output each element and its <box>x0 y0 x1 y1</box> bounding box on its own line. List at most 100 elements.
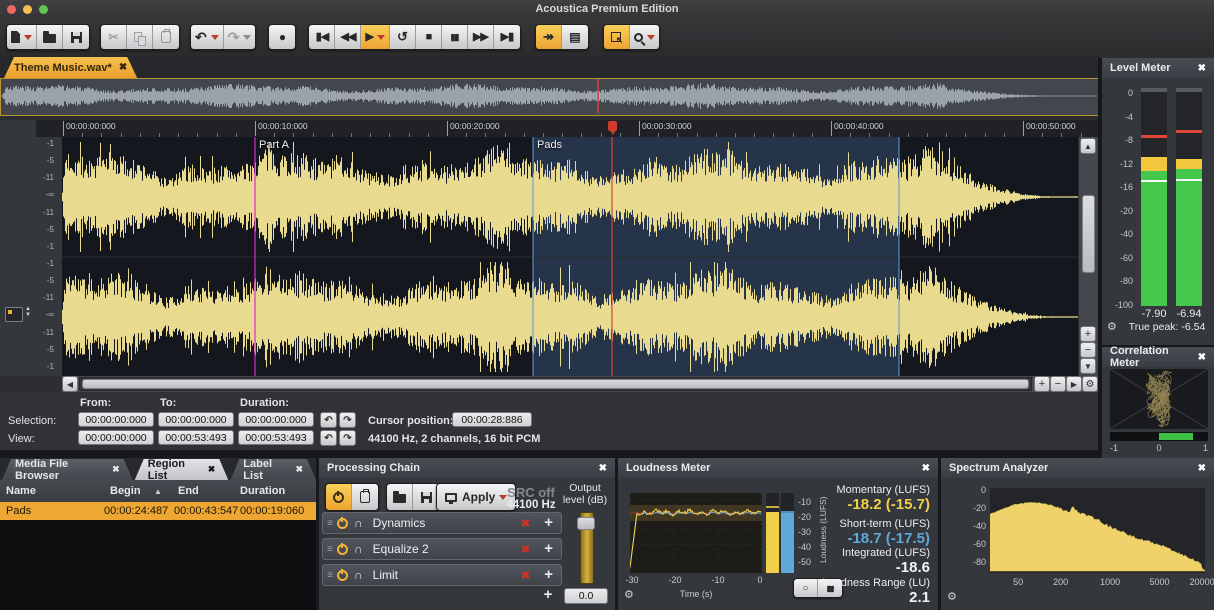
tab-region-list[interactable]: Region List✖ <box>135 459 229 480</box>
headphones-icon[interactable]: ∩ <box>354 570 363 580</box>
view-to-field[interactable]: 00:00:53:493 <box>158 430 234 445</box>
chain-item-dynamics[interactable]: ≡∩Dynamics✖+ <box>322 512 562 534</box>
scroll-right-button[interactable]: ▶ <box>1066 376 1082 392</box>
play-dropdown-icon[interactable] <box>377 35 385 40</box>
cursor-position-field[interactable]: 00:00:28:886 <box>452 412 532 427</box>
waveform-overview[interactable] <box>0 78 1100 116</box>
goto-start-button[interactable]: ▮◀ <box>309 25 335 49</box>
drag-handle-icon[interactable]: ≡ <box>323 544 337 555</box>
timeline-ruler[interactable]: 00:00:00:00000:00:10:00000:00:20:00000:0… <box>36 120 1098 137</box>
power-icon[interactable] <box>337 544 348 555</box>
horizontal-scroll-thumb[interactable] <box>82 379 1029 389</box>
redo-dropdown-icon[interactable] <box>243 35 251 40</box>
drag-handle-icon[interactable]: ≡ <box>323 570 337 581</box>
scroll-down-button[interactable]: ▼ <box>1080 358 1096 374</box>
loudness-meter-close-icon[interactable]: ✖ <box>922 463 930 474</box>
drag-handle-icon[interactable]: ≡ <box>323 518 337 529</box>
tab-close-icon[interactable]: ✖ <box>208 464 216 475</box>
selection-redo-button[interactable]: ↷ <box>339 412 356 428</box>
view-redo-button[interactable]: ↷ <box>339 430 356 446</box>
level-meter-settings-button[interactable]: ⚙ <box>1107 320 1117 333</box>
selection-from-field[interactable]: 00:00:00:000 <box>78 412 154 427</box>
vertical-zoom-in-button[interactable]: + <box>1080 326 1096 342</box>
power-icon[interactable] <box>337 570 348 581</box>
goto-end-button[interactable]: ▶▮ <box>494 25 520 49</box>
selection-duration-field[interactable]: 00:00:00:000 <box>238 412 314 427</box>
waveform-display[interactable] <box>62 137 1078 376</box>
document-tab[interactable]: Theme Music.wav* ✖ <box>4 57 137 78</box>
redo-button[interactable]: ↷ <box>224 25 256 49</box>
paste-button[interactable] <box>153 25 179 49</box>
new-file-dropdown-icon[interactable] <box>24 35 32 40</box>
output-level-value[interactable]: 0.0 <box>564 588 608 604</box>
horizontal-zoom-in-button[interactable]: + <box>1034 376 1050 392</box>
rewind-button[interactable]: ◀◀ <box>335 25 361 49</box>
chain-item-equalize-2[interactable]: ≡∩Equalize 2✖+ <box>322 538 562 560</box>
open-file-button[interactable] <box>37 25 63 49</box>
new-file-button[interactable] <box>7 25 37 49</box>
view-from-field[interactable]: 00:00:00:000 <box>78 430 154 445</box>
selection-to-field[interactable]: 00:00:00:000 <box>158 412 234 427</box>
chain-add-button[interactable]: + <box>538 586 558 604</box>
add-icon[interactable]: + <box>544 569 553 581</box>
scroll-up-button[interactable]: ▲ <box>1080 138 1096 154</box>
meter-display-button[interactable]: ▤ <box>562 25 588 49</box>
region-table-row[interactable]: Pads 00:00:24:487 00:00:43:547 00:00:19:… <box>0 502 316 520</box>
headphones-icon[interactable]: ∩ <box>354 544 363 554</box>
chain-clipboard-button[interactable] <box>352 484 378 510</box>
spectrum-settings-button[interactable]: ⚙ <box>947 590 957 603</box>
region-label-pads[interactable]: Pads <box>537 139 562 151</box>
level-meter-close-icon[interactable]: ✖ <box>1198 63 1206 74</box>
horizontal-scroll-track[interactable] <box>79 377 1032 391</box>
view-undo-button[interactable]: ↶ <box>320 430 337 446</box>
correlation-meter-close-icon[interactable]: ✖ <box>1198 352 1206 363</box>
output-level-slider[interactable] <box>580 512 594 584</box>
column-header-duration[interactable]: Duration <box>234 485 304 497</box>
zoom-dropdown-icon[interactable] <box>647 35 655 40</box>
delete-icon[interactable]: ✖ <box>521 569 530 582</box>
channel1-select-widget[interactable] <box>5 307 23 322</box>
add-icon[interactable]: + <box>544 543 553 555</box>
tab-close-icon[interactable]: ✖ <box>112 464 120 475</box>
delete-icon[interactable]: ✖ <box>521 517 530 530</box>
scrub-mode-button[interactable]: ↠ <box>536 25 562 49</box>
tab-label-list[interactable]: Label List✖ <box>230 459 316 480</box>
scroll-left-button[interactable]: ◀ <box>62 376 78 392</box>
vertical-zoom-out-button[interactable]: − <box>1080 342 1096 358</box>
output-level-slider-thumb[interactable] <box>577 517 595 530</box>
tab-close-icon[interactable]: ✖ <box>295 464 303 475</box>
loop-button[interactable]: ↺ <box>390 25 416 49</box>
cut-button[interactable]: ✂ <box>101 25 127 49</box>
tab-media-file-browser[interactable]: Media File Browser✖ <box>2 459 133 480</box>
undo-button[interactable]: ↶ <box>191 25 224 49</box>
view-settings-button[interactable]: ⚙ <box>1082 376 1098 392</box>
column-header-name[interactable]: Name <box>0 485 104 497</box>
pause-button[interactable]: ▮▮ <box>442 25 468 49</box>
power-icon[interactable] <box>337 518 348 529</box>
horizontal-zoom-out-button[interactable]: − <box>1050 376 1066 392</box>
column-header-begin[interactable]: Begin <box>104 485 154 497</box>
spectrum-analyzer-close-icon[interactable]: ✖ <box>1198 463 1206 474</box>
undo-dropdown-icon[interactable] <box>211 35 219 40</box>
selection-undo-button[interactable]: ↶ <box>320 412 337 428</box>
chain-enable-button[interactable] <box>326 484 352 510</box>
save-file-button[interactable] <box>63 25 89 49</box>
chain-open-button[interactable] <box>387 484 413 510</box>
headphones-icon[interactable]: ∩ <box>354 518 363 528</box>
add-icon[interactable]: + <box>544 517 553 529</box>
document-tab-close-icon[interactable]: ✖ <box>119 62 127 73</box>
delete-icon[interactable]: ✖ <box>521 543 530 556</box>
selection-tool-button[interactable] <box>604 25 630 49</box>
horizontal-scrollbar[interactable]: ◀ + − ▶ ⚙ <box>62 376 1098 392</box>
play-button[interactable]: ▶ <box>361 25 389 49</box>
copy-button[interactable] <box>127 25 153 49</box>
processing-chain-close-icon[interactable]: ✖ <box>599 463 607 474</box>
stop-button[interactable]: ■ <box>416 25 442 49</box>
record-button[interactable]: ● <box>269 25 295 49</box>
chain-item-limit[interactable]: ≡∩Limit✖+ <box>322 564 562 586</box>
view-duration-field[interactable]: 00:00:53:493 <box>238 430 314 445</box>
marker-label-part-a[interactable]: Part A <box>259 139 289 151</box>
column-header-end[interactable]: End <box>172 485 234 497</box>
playhead-handle[interactable] <box>608 121 617 131</box>
vertical-scrollbar[interactable]: ▲ + − ▼ <box>1078 137 1098 376</box>
